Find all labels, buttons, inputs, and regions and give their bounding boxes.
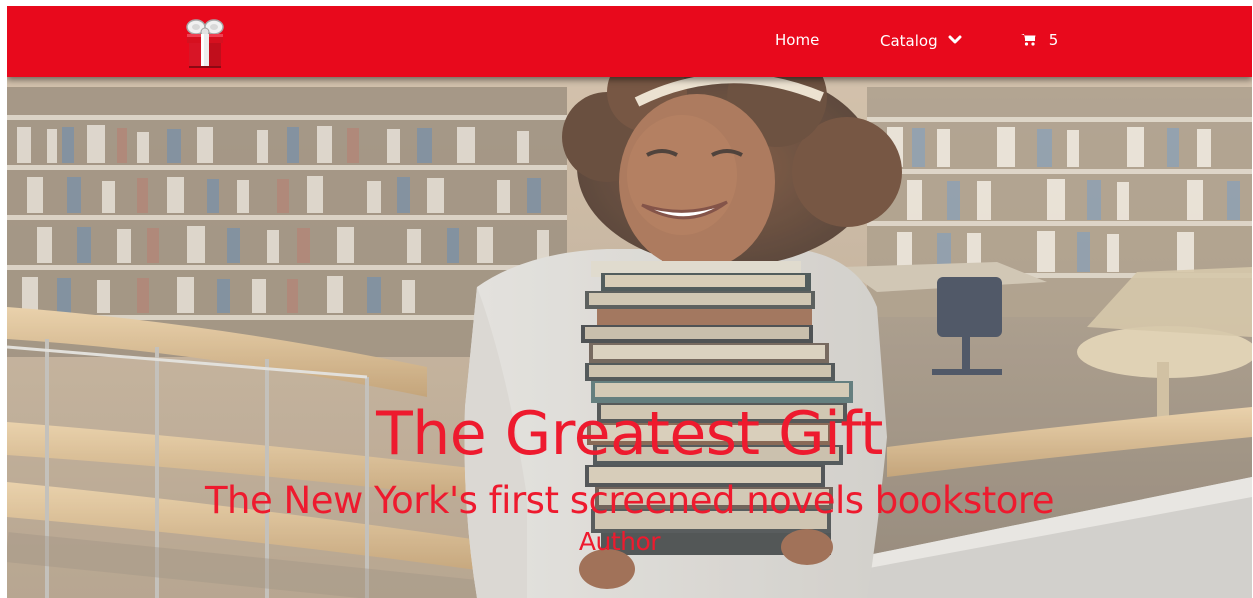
- hero-author: Author: [578, 527, 661, 556]
- navbar: Home Catalog 5: [7, 6, 1252, 77]
- page: Home Catalog 5 The Greatest Gift The New…: [7, 6, 1252, 598]
- gift-box-icon[interactable]: [179, 15, 231, 71]
- nav-home-link[interactable]: Home: [775, 31, 819, 49]
- hero-subtitle: The New York's first screened novels boo…: [204, 479, 1055, 522]
- nav-catalog-dropdown[interactable]: Catalog: [880, 31, 962, 50]
- hero-banner: The Greatest Gift The New York's first s…: [7, 77, 1252, 598]
- nav-cart-link[interactable]: 5: [1021, 31, 1058, 50]
- cart-count: 5: [1048, 31, 1059, 49]
- chevron-down-icon: [948, 31, 962, 49]
- nav-catalog-label: Catalog: [880, 32, 938, 50]
- hero-title: The Greatest Gift: [376, 399, 883, 469]
- shopping-cart-icon: [1021, 32, 1036, 50]
- nav-home-label: Home: [775, 31, 820, 49]
